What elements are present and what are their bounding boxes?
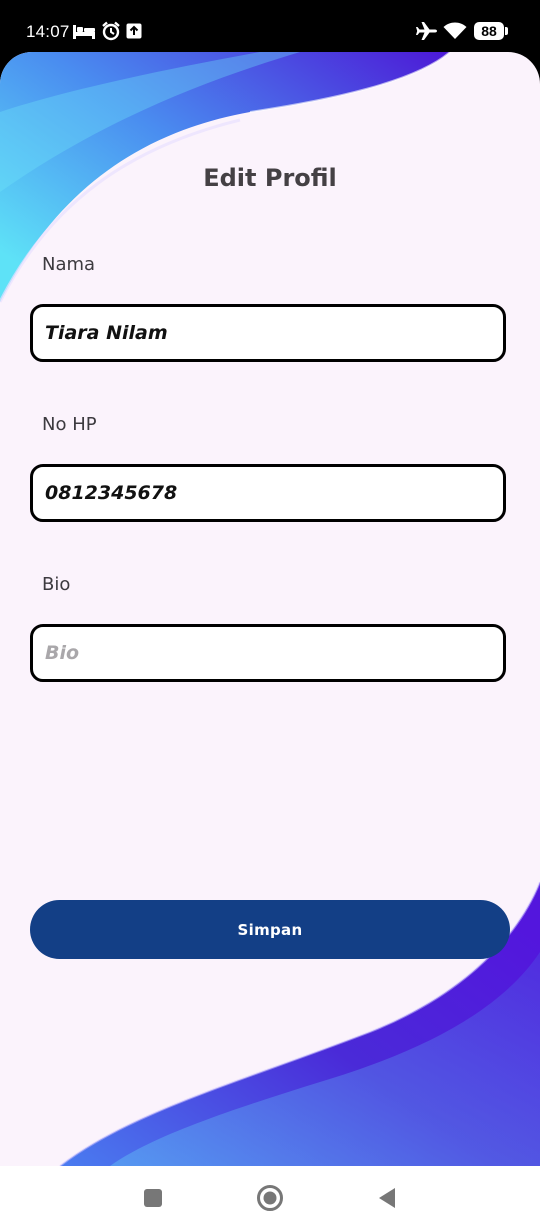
status-time: 14:07 <box>26 22 70 41</box>
bio-label: Bio <box>42 574 71 595</box>
bio-input[interactable] <box>30 624 506 682</box>
background-wave-decoration <box>0 52 540 1166</box>
save-button[interactable]: Simpan <box>30 900 510 959</box>
home-button[interactable] <box>252 1180 288 1216</box>
back-button[interactable] <box>369 1180 405 1216</box>
home-icon <box>257 1185 283 1211</box>
recents-icon <box>144 1189 162 1207</box>
battery-icon: 88 <box>474 22 504 40</box>
edit-profile-screen: Edit Profil Nama No HP Bio Simpan <box>0 52 540 1166</box>
airplane-icon <box>416 22 437 40</box>
recents-button[interactable] <box>135 1180 171 1216</box>
back-icon <box>379 1188 395 1208</box>
name-input[interactable] <box>30 304 506 362</box>
bed-icon <box>73 25 95 39</box>
phone-input[interactable] <box>30 464 506 522</box>
phone-label: No HP <box>42 414 97 435</box>
upload-icon <box>126 23 142 39</box>
navigation-bar <box>0 1166 540 1230</box>
wifi-icon <box>443 22 467 39</box>
alarm-icon <box>102 21 120 41</box>
status-bar: 14:07 88 <box>0 0 540 58</box>
page-title: Edit Profil <box>203 164 337 192</box>
name-label: Nama <box>42 254 96 275</box>
battery-tip <box>505 27 508 35</box>
